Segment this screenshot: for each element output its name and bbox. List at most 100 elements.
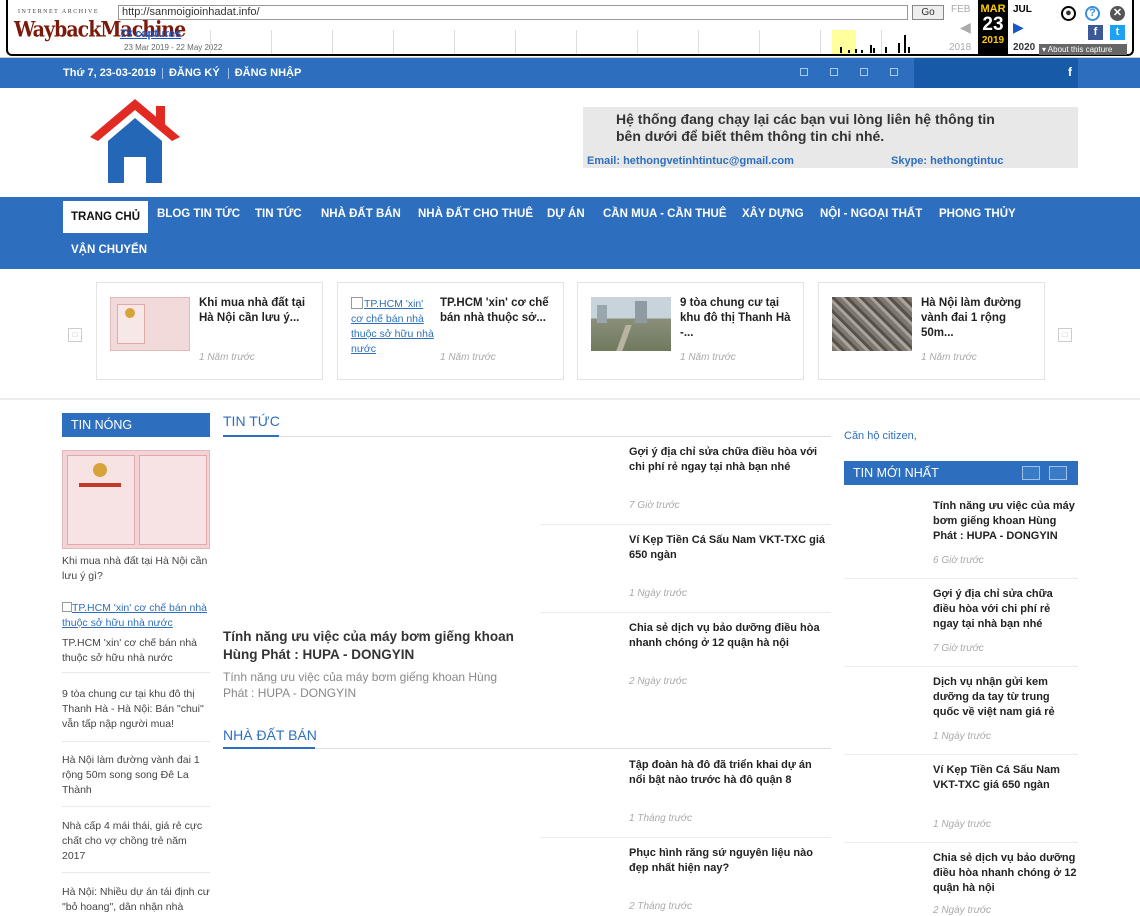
current-year: 2019 (981, 35, 1005, 46)
site-logo-house-icon[interactable] (88, 97, 182, 183)
carousel-title[interactable]: Khi mua nhà đất tại Hà Nội cần lưu ý... (199, 296, 311, 326)
carousel-title[interactable]: TP.HCM 'xin' cơ chế bán nhà thuộc sở... (440, 296, 552, 326)
next-capture-icon[interactable]: ▶ (1013, 19, 1024, 36)
social-icon[interactable] (800, 68, 808, 76)
carousel-next-button[interactable]: □ (1058, 328, 1072, 342)
news-post-title[interactable]: Gợi ý địa chỉ sửa chữa điều hòa với chi … (629, 445, 829, 475)
carousel-title[interactable]: Hà Nội làm đường vành đai 1 rộng 50m... (921, 296, 1033, 341)
current-year-highlight (832, 30, 856, 54)
section-heading-land-sale[interactable]: NHÀ ĐẤT BÁN (223, 727, 317, 743)
go-button[interactable]: Go (912, 5, 944, 20)
hot-news-item[interactable]: Khi mua nhà đất tại Hà Nội cần lưu ý gì? (62, 554, 210, 584)
nav-item-land-sale[interactable]: NHÀ ĐẤT BÁN (321, 198, 401, 230)
latest-post-title[interactable]: Tính năng ưu việc của máy bơm giếng khoa… (933, 499, 1078, 544)
carousel-title[interactable]: 9 tòa chung cư tại khu đô thị Thanh Hà -… (680, 296, 792, 341)
search-box[interactable]: f (914, 58, 1078, 88)
latest-post-title[interactable]: Ví Kẹp Tiền Cá Sấu Nam VKT-TXC giá 650 n… (933, 763, 1078, 793)
nav-item-construction[interactable]: XÂY DỰNG (742, 198, 804, 230)
nav-item-land-rent[interactable]: NHÀ ĐẤT CHO THUÊ (418, 198, 533, 230)
hot-news-item[interactable]: Nhà cấp 4 mái thái, giá rẻ cực chất cho … (62, 819, 210, 864)
hot-news-item[interactable]: TP.HCM 'xin' cơ chế bán nhà thuộc sở hữu… (62, 636, 210, 666)
next-year[interactable]: 2020 (1013, 42, 1035, 53)
hot-news-item[interactable]: 9 tòa chung cư tại khu đô thị Thanh Hà -… (62, 687, 210, 732)
broken-image-alt[interactable]: TP.HCM 'xin' cơ chế bán nhà thuộc sở hữu… (351, 297, 435, 355)
prev-capture-icon[interactable]: ◀ (960, 19, 971, 36)
top-bar: Thứ 7, 23-03-2019 ĐĂNG KÝ ĐĂNG NHẬP f (0, 58, 1140, 88)
nav-item-blog[interactable]: BLOG TIN TỨC (157, 198, 240, 230)
hot-news-alt: TP.HCM 'xin' cơ chế bán nhà thuộc sở hữu… (62, 602, 208, 629)
main-nav: TRANG CHỦ BLOG TIN TỨC TIN TỨC NHÀ ĐẤT B… (0, 197, 1140, 269)
nav-item-fengshui[interactable]: PHONG THỦY (939, 198, 1016, 230)
hot-news-item[interactable]: Hà Nội làm đường vành đai 1 rộng 50m son… (62, 753, 210, 798)
citizen-link[interactable]: Căn hộ citizen, (844, 430, 917, 442)
carousel-thumbnail[interactable] (591, 297, 671, 351)
next-month[interactable]: JUL (1013, 4, 1032, 15)
search-icon[interactable]: f (1068, 65, 1072, 79)
social-icon[interactable] (890, 68, 898, 76)
facebook-icon[interactable]: f (1088, 25, 1103, 40)
divider (62, 741, 210, 742)
carousel-prev-button[interactable]: □ (68, 328, 82, 342)
divider (844, 666, 1078, 667)
latest-next-button[interactable] (1049, 466, 1067, 480)
latest-post-time: 7 Giờ trước (933, 643, 984, 654)
hot-news-broken-image[interactable]: TP.HCM 'xin' cơ chế bán nhà thuộc sở hữu… (62, 601, 210, 631)
hot-news-item[interactable]: Hà Nội: Nhiều dự án tái định cư "bỏ hoan… (62, 885, 210, 915)
latest-post-title[interactable]: Dịch vụ nhận gửi kem dưỡng da tay từ tru… (933, 675, 1078, 720)
news-post-title[interactable]: Ví Kẹp Tiền Cá Sấu Nam VKT-TXC giá 650 n… (629, 533, 829, 563)
nav-item-interior[interactable]: NỘI - NGOẠI THẤT (820, 198, 922, 230)
carousel-card[interactable]: 9 tòa chung cư tại khu đô thị Thanh Hà -… (577, 282, 804, 380)
divider (540, 837, 831, 838)
register-link[interactable]: ĐĂNG KÝ (169, 67, 220, 79)
login-link[interactable]: ĐĂNG NHẬP (235, 67, 302, 79)
carousel-thumbnail[interactable] (832, 297, 912, 351)
nav-item-transport[interactable]: VẬN CHUYỂN (71, 234, 147, 266)
nav-item-home[interactable]: TRANG CHỦ (63, 201, 148, 233)
carousel-time: 1 Năm trước (921, 352, 977, 363)
prev-month[interactable]: FEB (951, 4, 970, 15)
divider (540, 612, 831, 613)
latest-post-time: 1 Ngày trước (933, 731, 991, 742)
twitter-icon[interactable]: t (1110, 25, 1125, 40)
about-capture-label: About this capture (1047, 45, 1113, 54)
divider (540, 524, 831, 525)
capture-date-range: 23 Mar 2019 - 22 May 2022 (124, 43, 223, 52)
ia-label: INTERNET ARCHIVE (18, 9, 100, 15)
carousel-time: 1 Năm trước (440, 352, 496, 363)
divider (0, 398, 1140, 400)
latest-post-title[interactable]: Chia sẻ dịch vụ bảo dưỡng điều hòa nhanh… (933, 851, 1078, 896)
captures-link[interactable]: 78 captures (120, 28, 181, 40)
social-icon[interactable] (860, 68, 868, 76)
wayback-url-input[interactable]: http://sanmoigioinhadat.info/ (118, 5, 908, 20)
carousel-card[interactable]: Khi mua nhà đất tại Hà Nội cần lưu ý... … (96, 282, 323, 380)
user-icon[interactable]: ● (1061, 6, 1076, 21)
section-heading-news[interactable]: TIN TỨC (223, 413, 280, 429)
news-post-time: 2 Ngày trước (629, 676, 687, 687)
carousel-card[interactable]: TP.HCM 'xin' cơ chế bán nhà thuộc sở hữu… (337, 282, 564, 380)
news-post-title[interactable]: Phục hình răng sứ nguyên liệu nào đẹp nh… (629, 846, 829, 876)
close-icon[interactable]: ✕ (1110, 6, 1125, 21)
header-banner[interactable]: Hệ thống đang chạy lại các bạn vui lòng … (583, 107, 1078, 168)
prev-year[interactable]: 2018 (949, 42, 971, 53)
latest-post-title[interactable]: Gợi ý địa chỉ sửa chữa điều hòa với chi … (933, 587, 1078, 632)
divider (844, 842, 1078, 843)
nav-item-news[interactable]: TIN TỨC (255, 198, 302, 230)
divider (844, 754, 1078, 755)
news-post-title[interactable]: Tập đoàn hà đô đã triển khai dự án nổi b… (629, 758, 829, 788)
divider (62, 806, 210, 807)
news-post-title[interactable]: Chia sẻ dịch vụ bảo dưỡng điều hòa nhanh… (629, 621, 829, 651)
hot-news-thumbnail[interactable] (62, 450, 210, 549)
current-day: 23 (982, 14, 1004, 35)
nav-item-projects[interactable]: DỰ ÁN (547, 198, 585, 230)
help-icon[interactable]: ? (1085, 6, 1100, 21)
wayback-logo[interactable]: WaybackMachine (14, 17, 186, 47)
nav-item-buy-rent[interactable]: CẦN MUA - CẦN THUÊ (603, 198, 727, 230)
latest-news-heading: TIN MỚI NHẤT (844, 461, 1078, 485)
about-capture-button[interactable]: ▾ About this capture (1039, 44, 1127, 55)
banner-message: Hệ thống đang chạy lại các bạn vui lòng … (616, 111, 995, 144)
featured-title[interactable]: Tính năng ưu việc của máy bơm giếng khoa… (223, 628, 523, 664)
carousel-card[interactable]: Hà Nội làm đường vành đai 1 rộng 50m... … (818, 282, 1045, 380)
social-icon[interactable] (830, 68, 838, 76)
latest-prev-button[interactable] (1022, 466, 1040, 480)
carousel-thumbnail[interactable] (110, 297, 190, 351)
